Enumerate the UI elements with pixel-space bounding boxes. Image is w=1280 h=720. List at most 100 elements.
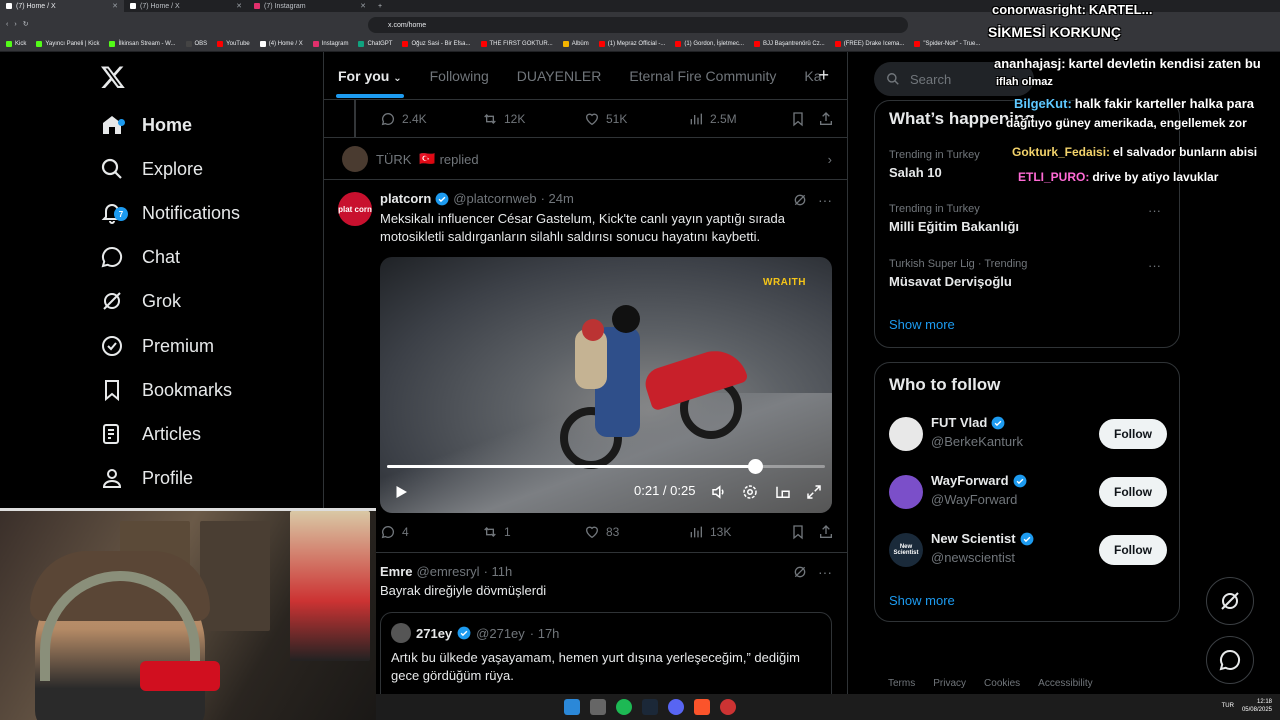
share-button[interactable] (818, 111, 834, 127)
bookmark-item[interactable]: (FREE) Drake Icema... (834, 40, 904, 47)
nav-item-explore[interactable]: Explore (100, 149, 203, 189)
nav-item-grok[interactable]: Grok (100, 281, 181, 321)
grok-button[interactable] (1206, 577, 1254, 625)
nav-item-profile[interactable]: Profile (100, 458, 193, 498)
more-icon[interactable]: ··· (1148, 258, 1161, 273)
bookmark-button[interactable] (790, 524, 806, 540)
volume-button[interactable] (710, 483, 728, 501)
more-icon[interactable]: ··· (818, 564, 832, 580)
nav-item-bookmarks[interactable]: Bookmarks (100, 370, 232, 410)
close-icon[interactable]: ✕ (360, 2, 366, 10)
post-time[interactable]: · 11h (484, 564, 513, 579)
views-button[interactable]: 2.5M (688, 111, 737, 127)
bookmark-item[interactable]: OBS (185, 40, 207, 47)
author-name[interactable]: Emre (380, 564, 413, 579)
follow-button[interactable]: Follow (1099, 535, 1167, 565)
steam-icon[interactable] (642, 699, 658, 715)
trend-item[interactable]: Trending in Turkey Milli Eğitim Bakanlığ… (889, 203, 1169, 234)
bookmark-item[interactable]: Instagram (312, 40, 348, 47)
brave-icon[interactable] (694, 699, 710, 715)
bookmark-item[interactable]: Oğuz Sasi - Bir Efsa... (402, 40, 471, 47)
close-icon[interactable]: ✕ (112, 2, 118, 10)
grok-icon[interactable] (792, 192, 808, 208)
replied-row[interactable]: TÜRK 🇹🇷 replied › (342, 146, 832, 172)
tab-eternal-fire-community[interactable]: Eternal Fire Community (629, 68, 776, 84)
footer-link-accessibility[interactable]: Accessibility (1038, 678, 1092, 689)
nav-item-articles[interactable]: Articles (100, 414, 201, 454)
follow-suggestion[interactable]: FUT Vlad @BerkeKanturk Follow (889, 415, 1167, 455)
author-handle[interactable]: @platcornweb (453, 191, 536, 206)
reload-icon[interactable]: ↻ (23, 20, 29, 28)
author-handle[interactable]: @emresryl (417, 564, 480, 579)
obs-icon[interactable] (720, 699, 736, 715)
reply-button[interactable]: 4 (380, 524, 409, 540)
video-player[interactable]: WRAITH 0:21 / 0:25 (380, 257, 832, 513)
play-button[interactable] (392, 483, 410, 501)
close-icon[interactable]: ✕ (236, 2, 242, 10)
nav-item-chat[interactable]: Chat (100, 237, 180, 277)
bookmark-item[interactable]: BJJ Başantrenörü Cz... (754, 40, 825, 47)
more-icon[interactable]: ··· (818, 192, 832, 208)
trend-item[interactable]: Turkish Super Lig · Trending Müsavat Der… (889, 258, 1169, 289)
follow-suggestion[interactable]: New Scientist New Scientist @newscientist F… (889, 531, 1167, 571)
like-button[interactable]: 83 (584, 524, 619, 540)
views-button[interactable]: 13K (688, 524, 731, 540)
browser-tab-0[interactable]: (7) Home / X ✕ (0, 0, 124, 12)
repost-button[interactable]: 1 (482, 524, 511, 540)
fullscreen-button[interactable] (805, 483, 823, 501)
tab-following[interactable]: Following (430, 68, 489, 84)
pip-button[interactable] (774, 483, 792, 501)
messages-button[interactable] (1206, 636, 1254, 684)
footer-link-privacy[interactable]: Privacy (933, 678, 966, 689)
bookmark-item[interactable]: ChatGPT (358, 40, 392, 47)
show-more-link[interactable]: Show more (889, 317, 955, 332)
windows-start-icon[interactable] (564, 699, 580, 715)
bookmark-item[interactable]: Albüm (562, 40, 589, 47)
bookmark-item[interactable]: THE FIRST GOKTUR... (480, 40, 553, 47)
post-time[interactable]: · 24m (541, 191, 574, 206)
video-progress-bar[interactable] (387, 459, 825, 474)
nav-item-home[interactable]: Home (100, 105, 192, 145)
like-button[interactable]: 51K (584, 111, 627, 127)
new-tab-button[interactable]: + (372, 0, 392, 12)
bookmark-item[interactable]: (4) Home / X (259, 40, 303, 47)
bookmark-item[interactable]: YouTube (217, 40, 250, 47)
x-logo-icon[interactable] (100, 64, 126, 90)
browser-tab-2[interactable]: (7) Instagram ✕ (248, 0, 372, 12)
share-button[interactable] (818, 524, 834, 540)
bookmark-item[interactable]: (1) Gordon, İşletmec... (675, 40, 744, 47)
bookmark-button[interactable] (790, 111, 806, 127)
tab-duayenler[interactable]: DUAYENLER (517, 68, 602, 84)
avatar[interactable]: plat corn (338, 192, 372, 226)
nav-item-premium[interactable]: Premium (100, 326, 214, 366)
repost-button[interactable]: 12K (482, 111, 525, 127)
bookmark-item[interactable]: "Spider-Noir" - True... (914, 40, 980, 47)
tab-for-you[interactable]: For you ⌄ (336, 68, 404, 98)
spotify-icon[interactable] (616, 699, 632, 715)
clock[interactable]: 12:18 05/08/2025 (1242, 698, 1272, 714)
file-explorer-icon[interactable] (590, 699, 606, 715)
grok-icon[interactable] (792, 564, 808, 580)
follow-suggestion[interactable]: WayForward @WayForward Follow (889, 473, 1167, 513)
bookmark-item[interactable]: Kick (6, 40, 26, 47)
author-name[interactable]: platcorn (380, 191, 431, 206)
discord-icon[interactable] (668, 699, 684, 715)
forward-icon[interactable]: › (14, 21, 16, 28)
tray-language[interactable]: TUR (1222, 703, 1234, 709)
browser-tab-1[interactable]: (7) Home / X ✕ (124, 0, 248, 12)
more-icon[interactable]: ··· (1148, 203, 1161, 218)
reply-button[interactable]: 2.4K (380, 111, 427, 127)
nav-item-notifications[interactable]: 7 Notifications (100, 193, 240, 233)
bookmark-item[interactable]: Yayıncı Paneli | Kick (36, 40, 99, 47)
video-progress-handle[interactable] (747, 459, 763, 474)
address-bar[interactable]: x.com/home (368, 17, 908, 33)
follow-button[interactable]: Follow (1099, 477, 1167, 507)
settings-button[interactable] (741, 483, 759, 501)
follow-button[interactable]: Follow (1099, 419, 1167, 449)
footer-link-terms[interactable]: Terms (888, 678, 915, 689)
show-more-link[interactable]: Show more (889, 593, 955, 608)
bookmark-item[interactable]: (1) Mepraz Official -... (598, 40, 665, 47)
bookmark-item[interactable]: İlkinsan Stream - W... (109, 40, 176, 47)
footer-link-cookies[interactable]: Cookies (984, 678, 1020, 689)
add-tab-icon[interactable]: + (818, 65, 829, 86)
